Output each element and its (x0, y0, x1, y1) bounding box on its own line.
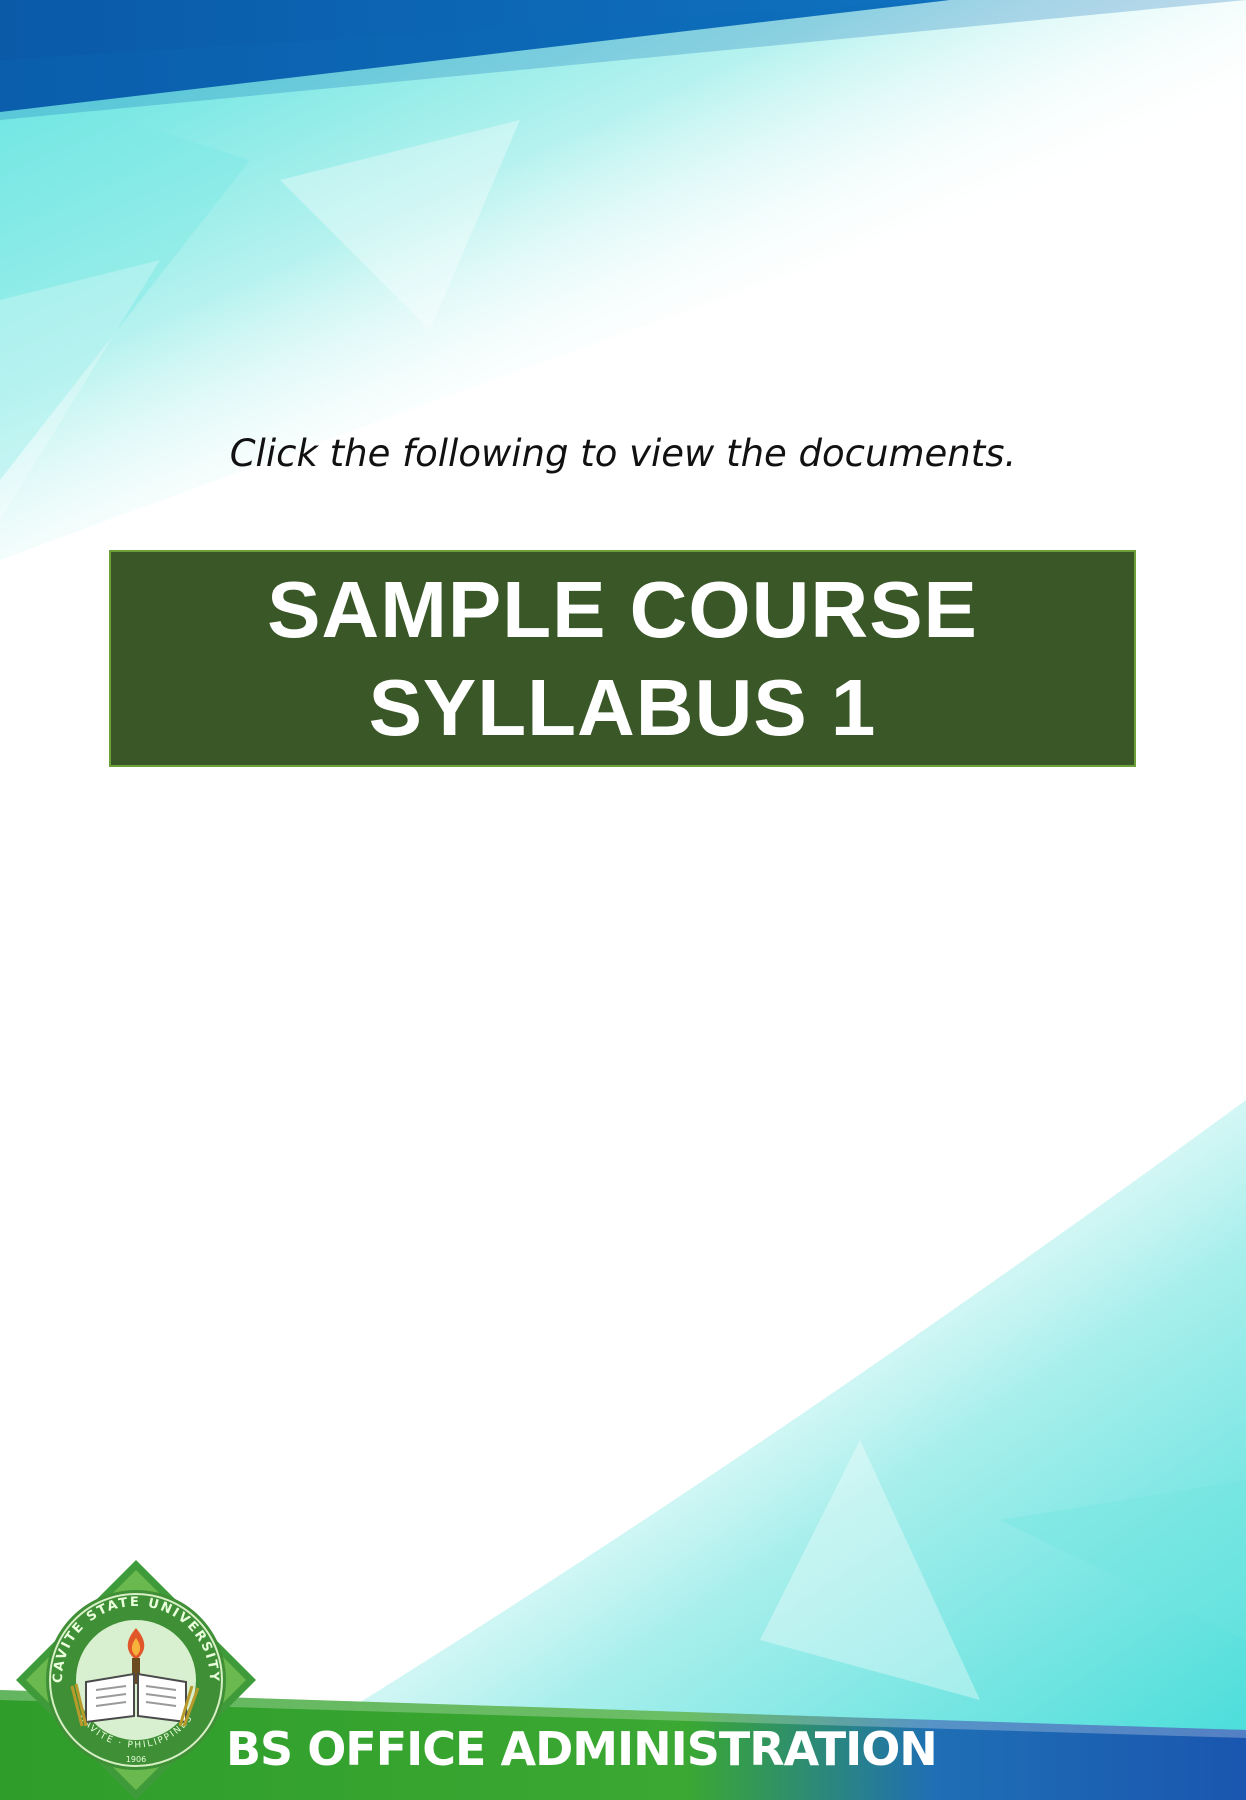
document-page: Click the following to view the document… (0, 0, 1246, 1800)
background-artwork (0, 0, 1246, 1800)
sample-course-syllabus-link[interactable]: SAMPLE COURSE SYLLABUS 1 (109, 550, 1136, 767)
syllabus-link-line-1: SAMPLE COURSE (267, 564, 978, 654)
syllabus-link-line-2: SYLLABUS 1 (368, 662, 877, 752)
instruction-text: Click the following to view the document… (229, 432, 1017, 475)
program-title: BS OFFICE ADMINISTRATION (226, 1722, 938, 1776)
university-seal-logo: CAVITE STATE UNIVERSITY CAVITE · PHILIPP… (16, 1560, 256, 1800)
seal-year: 1906 (126, 1755, 146, 1764)
